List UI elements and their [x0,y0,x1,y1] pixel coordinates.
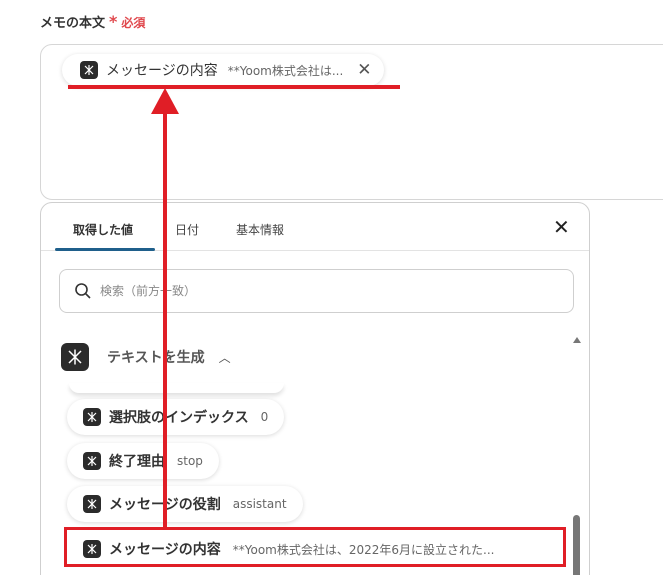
annotation-arrow [151,88,179,530]
